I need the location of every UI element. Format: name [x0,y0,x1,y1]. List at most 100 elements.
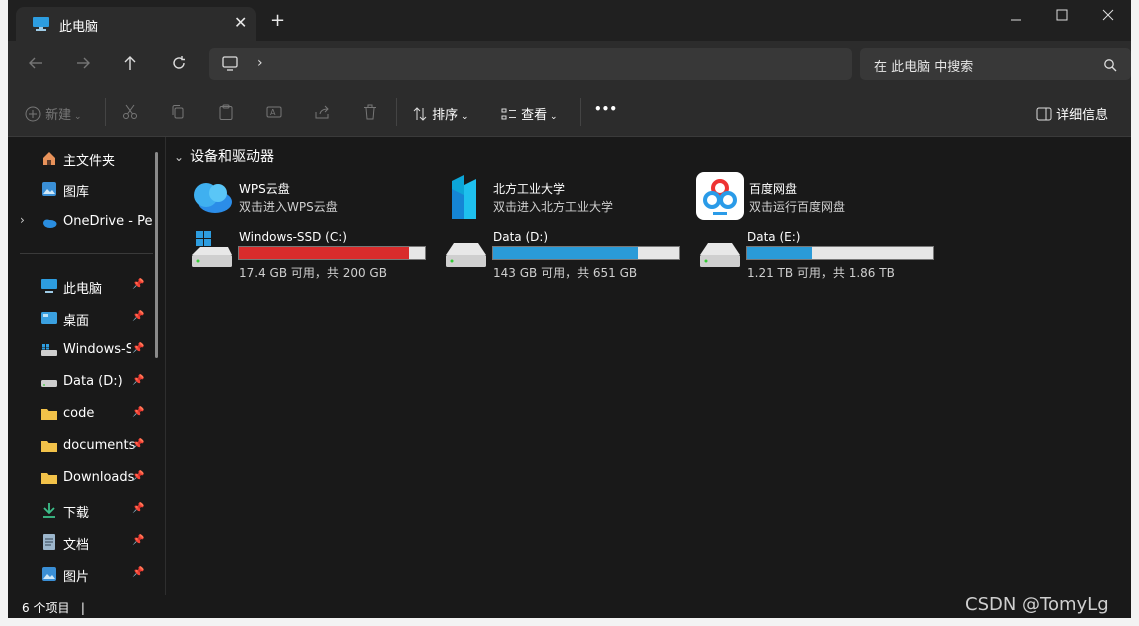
minimize-button[interactable] [995,6,1035,26]
pin-icon: 📌 [132,535,145,546]
pin-icon: 📌 [132,375,145,386]
sort-button[interactable]: 排序 ⌄ [412,104,469,123]
drive-d[interactable]: Data (D:) 143 GB 可用，共 651 GB [442,227,692,280]
share-icon [315,105,329,119]
monitor-icon [222,56,238,75]
close-window-button[interactable] [1088,6,1128,26]
drive-usage-bar [492,246,680,260]
drive-e[interactable]: Data (E:) 1.21 TB 可用，共 1.86 TB [696,227,946,280]
desktop-icon [41,310,57,326]
tile-wps-cloud[interactable]: WPS云盘 双击进入WPS云盘 [188,175,428,225]
drive-icon [442,229,488,273]
clipboard-icon [219,104,233,120]
section-header-devices[interactable]: ⌄ 设备和驱动器 [174,146,274,166]
collapse-chevron-icon: ⌄ [174,150,185,164]
rename-button[interactable]: A [266,104,282,124]
sidebar-item-gallery[interactable]: 图库 [8,175,158,203]
folder-icon [41,470,57,486]
maximize-button[interactable] [1042,6,1082,26]
sidebar-item-this-pc[interactable]: 此电脑 📌 [8,272,158,300]
tab-title: 此电脑 [59,20,99,35]
gallery-icon [41,181,57,197]
sidebar-item-windows-ssd[interactable]: Windows-SSD 📌 [8,336,158,364]
drive-usage-bar [746,246,934,260]
status-bar: 6 个项目 | [8,595,1131,618]
more-options-button[interactable]: ••• [594,102,617,116]
search-icon [1103,57,1117,76]
address-bar[interactable]: › [209,48,852,80]
command-bar: 新建 ⌄ A 排序 ⌄ 查看 ⌄ ••• 详细信息 [8,88,1131,137]
sidebar-item-code[interactable]: code 📌 [8,400,158,428]
sidebar-item-documents-library[interactable]: 文档 📌 [8,528,158,556]
item-count: 6 个项目 | [22,601,85,615]
forward-button[interactable] [75,55,91,75]
baidu-netdisk-icon [696,172,744,224]
view-button[interactable]: 查看 ⌄ [501,104,558,123]
close-tab-icon[interactable]: ✕ [234,13,247,32]
sidebar-item-pictures[interactable]: 图片 📌 [8,560,158,588]
sidebar-item-onedrive[interactable]: › OneDrive - Per [8,208,158,236]
wps-cloud-icon [188,177,234,221]
address-chevron-icon[interactable]: › [257,55,263,71]
folder-icon [41,406,57,422]
up-button[interactable] [122,55,138,75]
details-pane-icon [1036,107,1052,121]
sidebar-item-downloads-folder[interactable]: Downloads 📌 [8,464,158,492]
sidebar-divider [20,253,153,254]
onedrive-icon [41,214,57,230]
sidebar-item-documents[interactable]: documents 📌 [8,432,158,460]
pin-icon: 📌 [132,279,145,290]
trash-icon [364,104,376,120]
sort-label: 排序 [432,108,459,123]
new-label: 新建 [45,108,72,123]
new-button[interactable]: 新建 ⌄ [25,104,82,123]
sidebar-item-desktop[interactable]: 桌面 📌 [8,304,158,332]
drive-c[interactable]: Windows-SSD (C:) 17.4 GB 可用，共 200 GB [188,227,438,280]
drive-icon [41,342,57,358]
delete-button[interactable] [362,104,378,124]
new-tab-button[interactable]: + [270,12,285,30]
content-pane: ⌄ 设备和驱动器 WPS云盘 双击进入WPS云盘 北方工业大学 双击进入北方工业大… [166,137,1131,595]
details-label: 详细信息 [1056,108,1109,123]
expand-chevron-icon[interactable]: › [20,213,25,227]
view-label: 查看 [521,108,548,123]
drive-icon [41,374,57,390]
drive-usage-fill [239,247,409,259]
divider [580,98,581,126]
share-button[interactable] [314,104,330,124]
pin-icon: 📌 [132,503,145,514]
refresh-button[interactable] [171,55,187,75]
view-icon [501,108,516,120]
home-icon [41,150,57,166]
back-button[interactable] [28,55,44,75]
navigation-bar: › 在 此电脑 中搜索 [8,41,1131,88]
search-placeholder: 在 此电脑 中搜索 [874,60,974,75]
computer-icon [33,16,49,35]
tile-baidu-netdisk[interactable]: 百度网盘 双击运行百度网盘 [696,172,936,225]
plus-circle-icon [25,106,41,122]
copy-button[interactable] [170,104,186,124]
sort-icon [413,107,427,121]
drive-usage-fill [493,247,639,259]
search-box[interactable]: 在 此电脑 中搜索 [860,48,1131,80]
pin-icon: 📌 [132,343,145,354]
download-icon [41,502,57,518]
pictures-icon [41,566,57,582]
windows-drive-icon [188,229,234,273]
drive-icon [696,229,742,273]
pin-icon: 📌 [132,407,145,418]
details-pane-button[interactable]: 详细信息 [1036,104,1108,123]
folder-icon [41,438,57,454]
sidebar-item-home[interactable]: 主文件夹 [8,144,158,172]
divider [396,98,397,126]
rename-icon: A [266,106,282,118]
sidebar-item-data-d[interactable]: Data (D:) 📌 [8,368,158,396]
file-explorer-window: 此电脑 ✕ + › 在 此电脑 中搜索 新建 ⌄ A 排序 ⌄ 查看 ⌄ •••… [8,0,1131,618]
pin-icon: 📌 [132,439,145,450]
tile-ncut[interactable]: 北方工业大学 双击进入北方工业大学 [442,175,682,225]
sidebar-item-downloads[interactable]: 下载 📌 [8,496,158,524]
paste-button[interactable] [218,104,234,124]
scissors-icon [123,104,137,119]
cut-button[interactable] [122,104,138,124]
tab-this-pc[interactable]: 此电脑 ✕ [16,7,256,41]
